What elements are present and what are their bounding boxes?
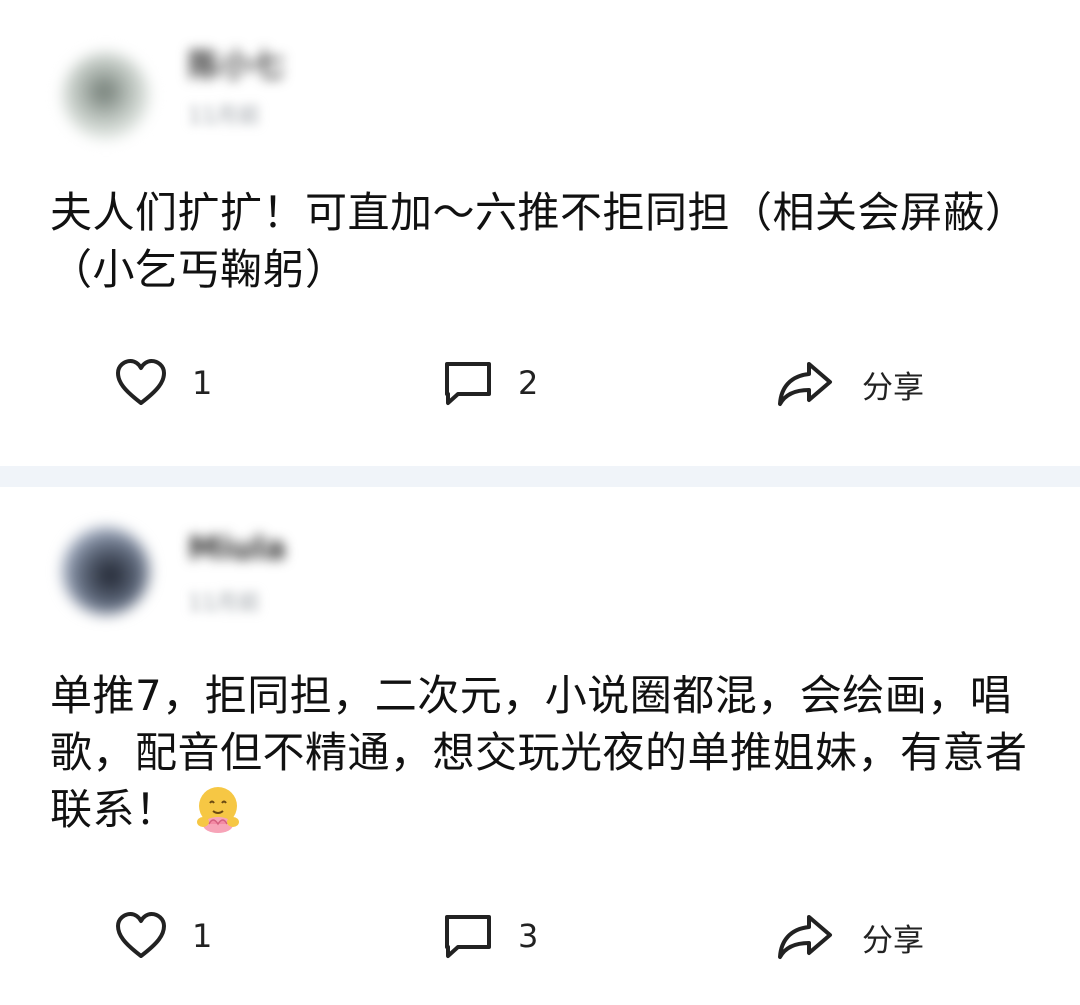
- like-button[interactable]: 1: [114, 358, 212, 408]
- post-time: 11月前: [188, 591, 260, 616]
- post-divider: [0, 466, 1080, 487]
- comment-bubble-icon: [442, 358, 494, 408]
- like-count: 1: [192, 364, 213, 402]
- share-button[interactable]: 分享: [776, 358, 924, 410]
- heart-outline-icon: [114, 911, 168, 961]
- share-button[interactable]: 分享: [776, 911, 924, 963]
- heart-outline-icon: [114, 358, 168, 408]
- like-button[interactable]: 1: [114, 911, 212, 961]
- post-card[interactable]: 陈小七 11月前 夫人们扩扩！可直加～六推不拒同担（相关会屏蔽）（小乞丐鞠躬） …: [0, 0, 1080, 466]
- comment-bubble-icon: [442, 911, 494, 961]
- share-label: 分享: [862, 369, 924, 406]
- post-content: 夫人们扩扩！可直加～六推不拒同担（相关会屏蔽）（小乞丐鞠躬）: [50, 188, 1028, 294]
- post-content: 单推7，拒同担，二次元，小说圈都混，会绘画，唱歌，配音但不精通，想交玩光夜的单推…: [50, 667, 1040, 838]
- user-name[interactable]: Miula: [188, 529, 286, 567]
- share-label: 分享: [862, 922, 924, 959]
- comment-button[interactable]: 2: [442, 358, 538, 408]
- share-arrow-icon: [776, 358, 834, 410]
- avatar[interactable]: [62, 52, 150, 140]
- like-count: 1: [192, 917, 213, 955]
- comment-count: 2: [518, 364, 539, 402]
- user-name[interactable]: 陈小七: [188, 40, 284, 86]
- post-card[interactable]: Miula 11月前 单推7，拒同担，二次元，小说圈都混，会绘画，唱歌，配音但不…: [0, 487, 1080, 1005]
- share-arrow-icon: [776, 911, 834, 963]
- comment-button[interactable]: 3: [442, 911, 538, 961]
- avatar[interactable]: [62, 527, 150, 615]
- hugging-face-emoji-icon: [192, 784, 244, 836]
- post-time: 11月前: [188, 104, 260, 129]
- comment-count: 3: [518, 917, 539, 955]
